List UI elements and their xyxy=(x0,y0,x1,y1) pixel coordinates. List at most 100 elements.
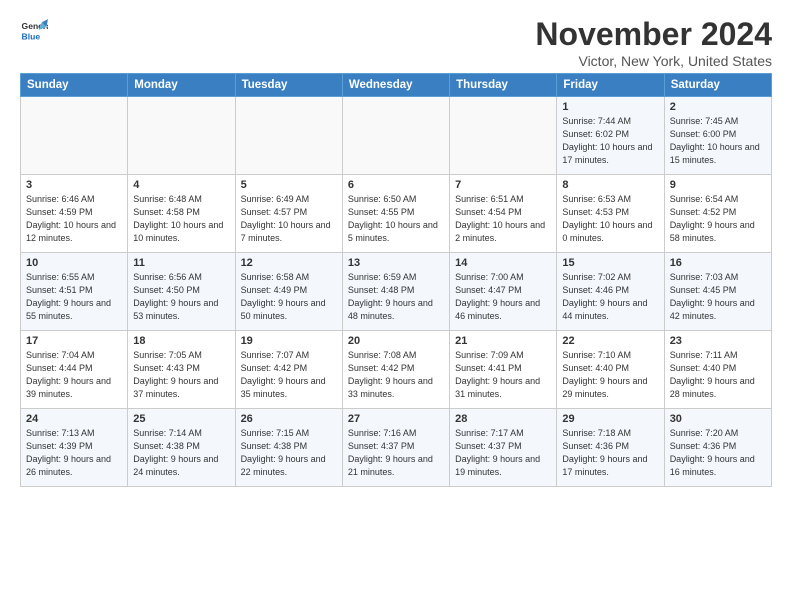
day-cell: 30 Sunrise: 7:20 AM Sunset: 4:36 PM Dayli… xyxy=(664,409,771,487)
day-info: Sunrise: 7:15 AM Sunset: 4:38 PM Dayligh… xyxy=(241,427,337,479)
day-number: 13 xyxy=(348,257,444,269)
day-info: Sunrise: 7:09 AM Sunset: 4:41 PM Dayligh… xyxy=(455,349,551,401)
day-number: 16 xyxy=(670,257,766,269)
day-number: 7 xyxy=(455,179,551,191)
day-cell: 19Sunrise: 7:07 AM Sunset: 4:42 PM Dayli… xyxy=(235,331,342,409)
day-info: Sunrise: 7:04 AM Sunset: 4:44 PM Dayligh… xyxy=(26,349,122,401)
month-title: November 2024 xyxy=(535,16,772,53)
day-cell xyxy=(342,97,449,175)
day-number: 8 xyxy=(562,179,658,191)
day-cell: 24 Sunrise: 7:13 AM Sunset: 4:39 PM Dayli… xyxy=(21,409,128,487)
day-cell: 8 Sunrise: 6:53 AM Sunset: 4:53 PM Daylig… xyxy=(557,175,664,253)
day-info: Sunrise: 6:48 AM Sunset: 4:58 PM Dayligh… xyxy=(133,193,229,245)
day-number: 12 xyxy=(241,257,337,269)
day-info: Sunrise: 6:49 AM Sunset: 4:57 PM Dayligh… xyxy=(241,193,337,245)
day-number: 22 xyxy=(562,335,658,347)
day-cell: 5 Sunrise: 6:49 AM Sunset: 4:57 PM Daylig… xyxy=(235,175,342,253)
svg-text:Blue: Blue xyxy=(22,31,41,41)
day-info: Sunrise: 7:17 AM Sunset: 4:37 PM Dayligh… xyxy=(455,427,551,479)
week-row-3: 10Sunrise: 6:55 AM Sunset: 4:51 PM Dayli… xyxy=(21,253,772,331)
day-info: Sunrise: 6:58 AM Sunset: 4:49 PM Dayligh… xyxy=(241,271,337,323)
day-number: 17 xyxy=(26,335,122,347)
calendar-table: SundayMondayTuesdayWednesdayThursdayFrid… xyxy=(20,73,772,487)
day-cell: 21 Sunrise: 7:09 AM Sunset: 4:41 PM Dayli… xyxy=(450,331,557,409)
day-cell: 15 Sunrise: 7:02 AM Sunset: 4:46 PM Dayli… xyxy=(557,253,664,331)
week-row-5: 24 Sunrise: 7:13 AM Sunset: 4:39 PM Dayli… xyxy=(21,409,772,487)
day-number: 23 xyxy=(670,335,766,347)
day-cell: 3 Sunrise: 6:46 AM Sunset: 4:59 PM Daylig… xyxy=(21,175,128,253)
col-header-friday: Friday xyxy=(557,74,664,97)
day-cell: 11Sunrise: 6:56 AM Sunset: 4:50 PM Dayli… xyxy=(128,253,235,331)
day-info: Sunrise: 7:45 AM Sunset: 6:00 PM Dayligh… xyxy=(670,115,766,167)
week-row-2: 3 Sunrise: 6:46 AM Sunset: 4:59 PM Daylig… xyxy=(21,175,772,253)
day-info: Sunrise: 7:02 AM Sunset: 4:46 PM Dayligh… xyxy=(562,271,658,323)
day-number: 11 xyxy=(133,257,229,269)
day-info: Sunrise: 6:54 AM Sunset: 4:52 PM Dayligh… xyxy=(670,193,766,245)
day-number: 3 xyxy=(26,179,122,191)
day-cell: 28 Sunrise: 7:17 AM Sunset: 4:37 PM Dayli… xyxy=(450,409,557,487)
day-number: 20 xyxy=(348,335,444,347)
day-info: Sunrise: 7:14 AM Sunset: 4:38 PM Dayligh… xyxy=(133,427,229,479)
day-info: Sunrise: 7:10 AM Sunset: 4:40 PM Dayligh… xyxy=(562,349,658,401)
day-number: 24 xyxy=(26,413,122,425)
day-number: 19 xyxy=(241,335,337,347)
day-cell: 26 Sunrise: 7:15 AM Sunset: 4:38 PM Dayli… xyxy=(235,409,342,487)
day-cell: 17 Sunrise: 7:04 AM Sunset: 4:44 PM Dayli… xyxy=(21,331,128,409)
day-cell xyxy=(450,97,557,175)
day-cell: 13 Sunrise: 6:59 AM Sunset: 4:48 PM Dayli… xyxy=(342,253,449,331)
day-cell: 10Sunrise: 6:55 AM Sunset: 4:51 PM Dayli… xyxy=(21,253,128,331)
day-number: 9 xyxy=(670,179,766,191)
col-header-wednesday: Wednesday xyxy=(342,74,449,97)
day-info: Sunrise: 7:13 AM Sunset: 4:39 PM Dayligh… xyxy=(26,427,122,479)
day-number: 5 xyxy=(241,179,337,191)
day-info: Sunrise: 7:03 AM Sunset: 4:45 PM Dayligh… xyxy=(670,271,766,323)
header: General Blue November 2024 Victor, New Y… xyxy=(20,16,772,69)
day-cell: 23 Sunrise: 7:11 AM Sunset: 4:40 PM Dayli… xyxy=(664,331,771,409)
day-cell: 1 Sunrise: 7:44 AM Sunset: 6:02 PM Daylig… xyxy=(557,97,664,175)
week-row-4: 17 Sunrise: 7:04 AM Sunset: 4:44 PM Dayli… xyxy=(21,331,772,409)
day-number: 1 xyxy=(562,101,658,113)
day-number: 26 xyxy=(241,413,337,425)
day-cell: 4 Sunrise: 6:48 AM Sunset: 4:58 PM Daylig… xyxy=(128,175,235,253)
day-number: 10 xyxy=(26,257,122,269)
day-info: Sunrise: 7:11 AM Sunset: 4:40 PM Dayligh… xyxy=(670,349,766,401)
day-number: 4 xyxy=(133,179,229,191)
day-number: 25 xyxy=(133,413,229,425)
day-cell: 16 Sunrise: 7:03 AM Sunset: 4:45 PM Dayli… xyxy=(664,253,771,331)
day-info: Sunrise: 7:44 AM Sunset: 6:02 PM Dayligh… xyxy=(562,115,658,167)
page: General Blue November 2024 Victor, New Y… xyxy=(0,0,792,497)
day-number: 21 xyxy=(455,335,551,347)
col-header-sunday: Sunday xyxy=(21,74,128,97)
day-info: Sunrise: 6:59 AM Sunset: 4:48 PM Dayligh… xyxy=(348,271,444,323)
day-cell: 25 Sunrise: 7:14 AM Sunset: 4:38 PM Dayli… xyxy=(128,409,235,487)
day-info: Sunrise: 6:46 AM Sunset: 4:59 PM Dayligh… xyxy=(26,193,122,245)
logo: General Blue xyxy=(20,16,48,44)
col-header-tuesday: Tuesday xyxy=(235,74,342,97)
day-cell: 22 Sunrise: 7:10 AM Sunset: 4:40 PM Dayli… xyxy=(557,331,664,409)
subtitle: Victor, New York, United States xyxy=(535,53,772,69)
day-cell: 9 Sunrise: 6:54 AM Sunset: 4:52 PM Daylig… xyxy=(664,175,771,253)
day-cell: 12 Sunrise: 6:58 AM Sunset: 4:49 PM Dayli… xyxy=(235,253,342,331)
day-info: Sunrise: 6:53 AM Sunset: 4:53 PM Dayligh… xyxy=(562,193,658,245)
day-info: Sunrise: 7:16 AM Sunset: 4:37 PM Dayligh… xyxy=(348,427,444,479)
day-cell: 14Sunrise: 7:00 AM Sunset: 4:47 PM Dayli… xyxy=(450,253,557,331)
day-info: Sunrise: 6:51 AM Sunset: 4:54 PM Dayligh… xyxy=(455,193,551,245)
day-cell: 29Sunrise: 7:18 AM Sunset: 4:36 PM Dayli… xyxy=(557,409,664,487)
day-number: 28 xyxy=(455,413,551,425)
day-info: Sunrise: 7:20 AM Sunset: 4:36 PM Dayligh… xyxy=(670,427,766,479)
col-header-monday: Monday xyxy=(128,74,235,97)
day-number: 29 xyxy=(562,413,658,425)
logo-icon: General Blue xyxy=(20,16,48,44)
day-info: Sunrise: 6:50 AM Sunset: 4:55 PM Dayligh… xyxy=(348,193,444,245)
day-number: 2 xyxy=(670,101,766,113)
day-cell: 2 Sunrise: 7:45 AM Sunset: 6:00 PM Daylig… xyxy=(664,97,771,175)
day-number: 15 xyxy=(562,257,658,269)
day-cell xyxy=(128,97,235,175)
day-info: Sunrise: 7:05 AM Sunset: 4:43 PM Dayligh… xyxy=(133,349,229,401)
col-header-thursday: Thursday xyxy=(450,74,557,97)
day-cell xyxy=(235,97,342,175)
title-block: November 2024 Victor, New York, United S… xyxy=(535,16,772,69)
day-number: 14 xyxy=(455,257,551,269)
day-number: 18 xyxy=(133,335,229,347)
day-number: 30 xyxy=(670,413,766,425)
